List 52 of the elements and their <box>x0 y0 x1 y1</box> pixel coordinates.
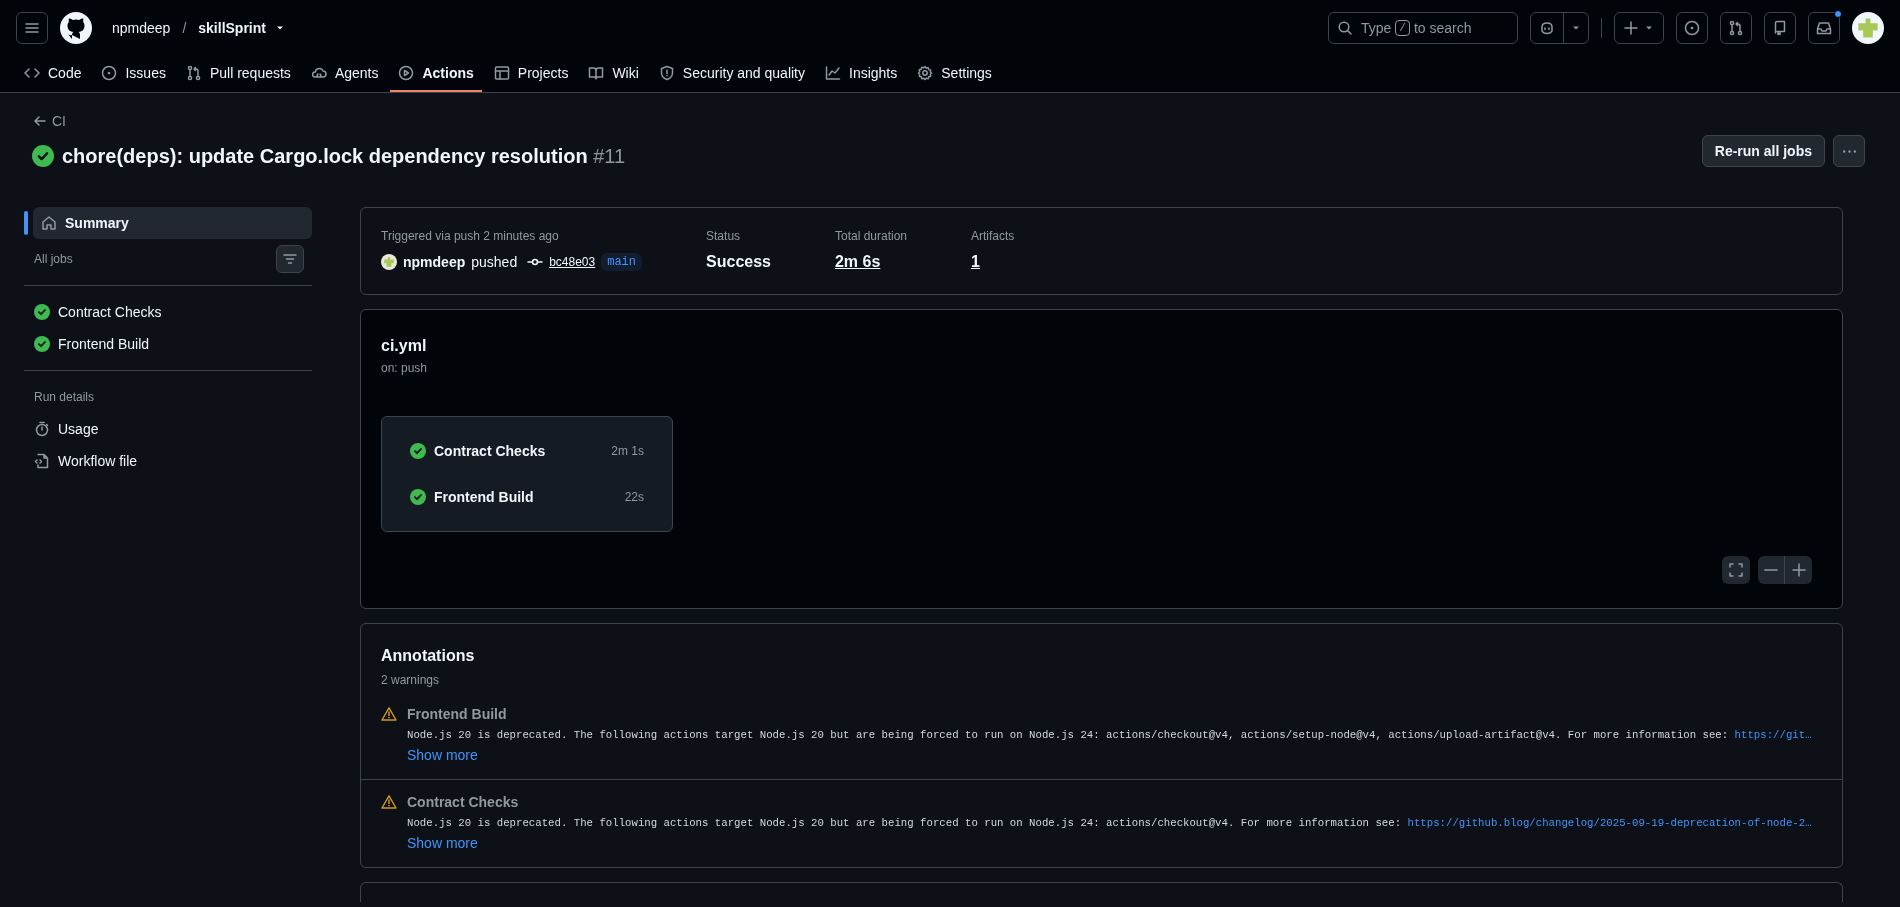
annotation-job: Frontend Build <box>407 705 508 724</box>
stat-label: Status <box>706 228 742 244</box>
job-link[interactable]: Contract Checks <box>26 296 310 328</box>
repository-tab[interactable]: Code <box>16 55 90 92</box>
run-detail-link[interactable]: Workflow file <box>24 445 312 477</box>
workflow-trigger: on: push <box>381 360 429 376</box>
run-title: chore(deps): update Cargo.lock dependency resolution #11 <box>62 144 626 169</box>
stat-label: Artifacts <box>971 228 1015 244</box>
changelog-link[interactable]: https://github.blog/changelog/2025-09-19-deprecation-of-node-2… <box>1407 817 1812 830</box>
commit-link[interactable]: bc48e03 <box>549 254 596 270</box>
show-more-link[interactable]: Show more <box>407 747 478 764</box>
job-node[interactable]: Frontend Build 22s <box>410 487 644 507</box>
stat-label: Total duration <box>834 228 907 244</box>
branch-label[interactable]: main <box>601 253 643 271</box>
repository-tab[interactable]: Projects <box>485 55 577 92</box>
actor-name[interactable]: npmdeep <box>403 252 466 272</box>
search-placeholder: to search <box>1413 18 1472 38</box>
repository-tab[interactable]: Issues <box>93 55 174 92</box>
section-heading: Run details <box>33 389 96 405</box>
repository-link[interactable]: skillSprint <box>198 17 266 38</box>
repository-tab[interactable]: Agents <box>302 55 387 92</box>
rerun-button[interactable]: Re-run all jobs <box>1701 135 1825 167</box>
annotation-message: Node.js 20 is deprecated. The following actions target Node.js 20 but are being forced to run on Node.js 24: actions/checkout@v4, actions/setup-node@v4, actions/upload-artifact@v4. For more information see: https://git… <box>407 728 1813 743</box>
stat-value: Success <box>706 252 771 272</box>
event-text: pushed <box>471 253 518 272</box>
changelog-link[interactable]: https://git… <box>1734 729 1812 741</box>
run-detail-link[interactable]: Usage <box>24 413 312 445</box>
repository-tab[interactable]: Settings <box>909 55 1000 92</box>
owner-link[interactable]: npmdeep <box>112 17 171 38</box>
stat-value[interactable]: 1 <box>971 250 1015 274</box>
repository-tab[interactable]: Pull requests <box>177 55 299 92</box>
job-node[interactable]: Contract Checks 2m 1s <box>410 441 644 461</box>
job-link[interactable]: Frontend Build <box>26 328 310 360</box>
repository-tab[interactable]: Actions <box>390 55 482 92</box>
keyboard-shortcut: / <box>1395 19 1410 36</box>
annotations-count: 2 warnings <box>381 672 441 688</box>
annotations-title: Annotations <box>381 646 476 666</box>
annotation-job: Contract Checks <box>407 793 520 813</box>
back-link[interactable]: CI <box>32 111 66 131</box>
summary-link[interactable]: Summary <box>33 207 312 239</box>
repository-tab[interactable]: Wiki <box>580 55 647 92</box>
section-heading: All jobs <box>34 251 73 267</box>
workflow-file-name: ci.yml <box>381 336 428 356</box>
annotation-message: Node.js 20 is deprecated. The following actions target Node.js 20 but are being forced to run on Node.js 24: actions/checkout@v4. For more information see: https://github.blog/changelog/2025-09-19-deprecation-of-node-2… <box>407 816 1813 832</box>
search-placeholder: Type <box>1361 18 1392 38</box>
search-field[interactable]: Type / to search <box>1328 11 1518 44</box>
repository-tab[interactable]: Security and quality <box>650 55 813 92</box>
show-more-link[interactable]: Show more <box>407 835 478 852</box>
path-separator: / <box>182 18 187 38</box>
trigger-text: Triggered via push 2 minutes ago <box>381 228 560 244</box>
repository-tab[interactable]: Insights <box>817 55 906 92</box>
stat-value[interactable]: 2m 6s <box>834 250 907 274</box>
